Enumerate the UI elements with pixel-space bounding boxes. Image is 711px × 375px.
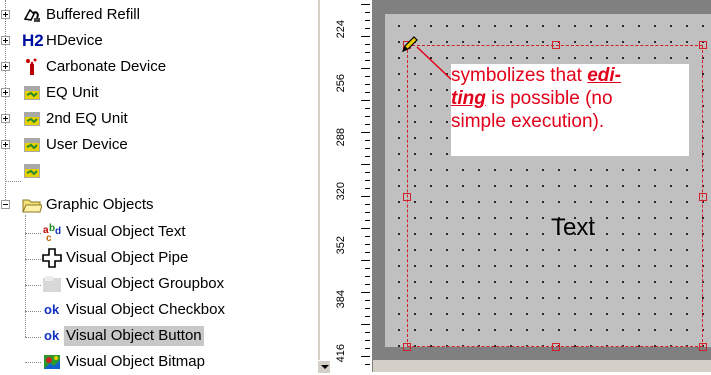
annotation-line: simple execution). xyxy=(451,111,605,132)
annotation-leader-line xyxy=(416,46,456,84)
pencil-edit-icon xyxy=(401,36,418,53)
annotation-callout: symbolizes that edi- ting is possible (n… xyxy=(451,64,689,156)
annotation-line: ting is possible (no xyxy=(451,88,613,109)
annotation-line: symbolizes that edi- xyxy=(451,65,622,86)
